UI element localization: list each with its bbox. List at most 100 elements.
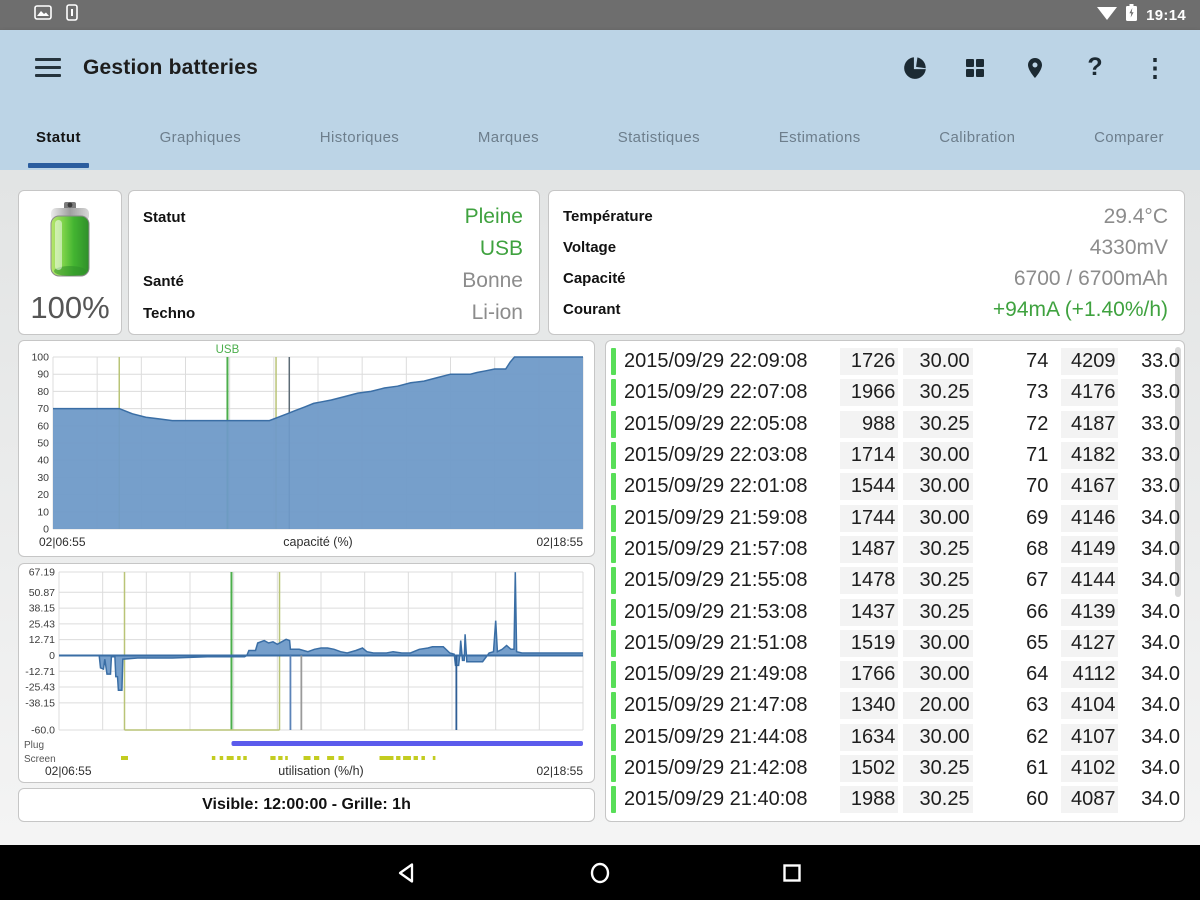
svg-text:50: 50 <box>37 438 49 450</box>
table-row[interactable]: 2015/09/29 21:40:08198830.2560408734.0 <box>611 784 1180 815</box>
info-label: Capacité <box>563 270 626 287</box>
screenshot-notification-icon <box>34 5 52 25</box>
location-pin-icon[interactable] <box>1020 53 1050 83</box>
cell-current: 1478 <box>840 567 898 594</box>
svg-text:capacité (%): capacité (%) <box>283 535 352 549</box>
tab-calibration[interactable]: Calibration <box>925 105 1029 170</box>
table-row[interactable]: 2015/09/29 21:55:08147830.2567414434.0 <box>611 565 1180 596</box>
visible-range-label: Visible: 12:00:00 - Grille: 1h <box>202 796 411 814</box>
back-icon[interactable] <box>395 860 421 886</box>
recents-icon[interactable] <box>779 860 805 886</box>
help-icon[interactable]: ? <box>1080 53 1110 83</box>
cell-timestamp: 2015/09/29 21:44:08 <box>624 726 840 749</box>
table-row[interactable]: 2015/09/29 21:59:08174430.0069414634.0 <box>611 502 1180 533</box>
cell-current: 1487 <box>840 536 898 563</box>
cell-current: 1340 <box>840 692 898 719</box>
svg-text:02|18:55: 02|18:55 <box>537 535 584 549</box>
table-row[interactable]: 2015/09/29 22:09:08172630.0074420933.0 <box>611 346 1180 377</box>
info-row: Température 29.4°C <box>563 201 1168 232</box>
table-row[interactable]: 2015/09/29 21:51:08151930.0065412734.0 <box>611 628 1180 659</box>
cell-temp-raw: 30.00 <box>903 473 972 500</box>
cell-timestamp: 2015/09/29 21:47:08 <box>624 694 840 717</box>
app-bar: Gestion batteries ? ⋮ <box>0 30 1200 105</box>
capacity-chart[interactable]: 1009080706050403020100USB02|06:55capacit… <box>18 340 595 557</box>
tab-bar: Statut Graphiques Historiques Marques Statis… <box>0 105 1200 170</box>
table-row[interactable]: 2015/09/29 21:44:08163430.0062410734.0 <box>611 722 1180 753</box>
cell-timestamp: 2015/09/29 21:49:08 <box>624 663 840 686</box>
table-row[interactable]: 2015/09/29 22:03:08171430.0071418233.0 <box>611 440 1180 471</box>
visible-range-bar[interactable]: Visible: 12:00:00 - Grille: 1h <box>18 788 595 822</box>
tab-statistiques[interactable]: Statistiques <box>604 105 714 170</box>
svg-text:02|18:55: 02|18:55 <box>537 764 584 778</box>
row-status-bar <box>611 505 616 532</box>
android-nav-bar <box>0 845 1200 900</box>
row-status-bar <box>611 630 616 657</box>
battery-percent: 100% <box>19 290 121 326</box>
cell-temp-raw: 30.00 <box>903 724 972 751</box>
clock: 19:14 <box>1146 7 1186 24</box>
svg-text:02|06:55: 02|06:55 <box>45 764 92 778</box>
cell-voltage: 4112 <box>1061 661 1117 688</box>
table-row[interactable]: 2015/09/29 22:01:08154430.0070416733.0 <box>611 471 1180 502</box>
cell-timestamp: 2015/09/29 21:42:08 <box>624 757 840 780</box>
wifi-icon <box>1097 5 1117 25</box>
cell-timestamp: 2015/09/29 21:59:08 <box>624 507 840 530</box>
cell-timestamp: 2015/09/29 21:51:08 <box>624 632 840 655</box>
battery-level-card: 100% <box>18 190 122 335</box>
tab-comparer[interactable]: Comparer <box>1080 105 1178 170</box>
tab-historiques[interactable]: Historiques <box>306 105 413 170</box>
info-value: Bonne <box>462 269 523 293</box>
svg-text:20: 20 <box>37 489 49 501</box>
cell-voltage: 4102 <box>1061 755 1117 782</box>
row-status-bar <box>611 348 616 375</box>
cell-current: 1726 <box>840 348 898 375</box>
cell-voltage: 4182 <box>1061 442 1117 469</box>
table-row[interactable]: 2015/09/29 21:42:08150230.2561410234.0 <box>611 753 1180 784</box>
tab-statut[interactable]: Statut <box>22 105 95 170</box>
cell-temp: 34.0 <box>1132 755 1181 782</box>
table-row[interactable]: 2015/09/29 22:05:0898830.2572418733.0 <box>611 409 1180 440</box>
svg-text:80: 80 <box>37 386 49 398</box>
tab-marques[interactable]: Marques <box>464 105 553 170</box>
svg-text:12.71: 12.71 <box>29 634 55 646</box>
info-value: +94mA (+1.40%/h) <box>993 298 1168 322</box>
table-row[interactable]: 2015/09/29 21:47:08134020.0063410434.0 <box>611 690 1180 721</box>
usage-chart[interactable]: 67.1950.8738.1525.4312.710-12.71-25.43-3… <box>18 563 595 783</box>
tab-estimations[interactable]: Estimations <box>765 105 875 170</box>
battery-icon <box>40 270 100 287</box>
table-row[interactable]: 2015/09/29 21:57:08148730.2568414934.0 <box>611 534 1180 565</box>
cell-temp: 34.0 <box>1132 661 1181 688</box>
cell-current: 1988 <box>840 786 898 813</box>
cell-voltage: 4187 <box>1061 411 1117 438</box>
menu-icon[interactable] <box>35 53 61 82</box>
apps-grid-icon[interactable] <box>960 53 990 83</box>
table-row[interactable]: 2015/09/29 21:49:08176630.0064411234.0 <box>611 659 1180 690</box>
cell-temp: 34.0 <box>1132 567 1181 594</box>
cell-percent: 73 <box>991 379 1049 406</box>
cell-temp: 33.0 <box>1132 411 1181 438</box>
svg-text:10: 10 <box>37 506 49 518</box>
table-row[interactable]: 2015/09/29 21:53:08143730.2566413934.0 <box>611 596 1180 627</box>
cell-percent: 68 <box>991 536 1049 563</box>
cell-current: 1634 <box>840 724 898 751</box>
cell-percent: 61 <box>991 755 1049 782</box>
history-table: 2015/09/29 22:09:08172630.0074420933.020… <box>605 340 1185 822</box>
cell-percent: 71 <box>991 442 1049 469</box>
cell-temp: 33.0 <box>1132 348 1181 375</box>
cell-temp: 34.0 <box>1132 599 1181 626</box>
info-label: Température <box>563 208 653 225</box>
table-row[interactable]: 2015/09/29 22:07:08196630.2573417633.0 <box>611 377 1180 408</box>
cell-temp: 34.0 <box>1132 630 1181 657</box>
info-value: Pleine <box>465 205 523 229</box>
pie-chart-icon[interactable] <box>900 53 930 83</box>
row-status-bar <box>611 473 616 500</box>
info-row: Techno Li-ion <box>143 297 523 329</box>
home-icon[interactable] <box>587 860 613 886</box>
cell-temp-raw: 30.25 <box>903 755 972 782</box>
cell-current: 1437 <box>840 599 898 626</box>
cell-percent: 63 <box>991 692 1049 719</box>
row-status-bar <box>611 724 616 751</box>
overflow-menu-icon[interactable]: ⋮ <box>1140 53 1170 83</box>
svg-text:38.15: 38.15 <box>29 603 55 615</box>
tab-graphiques[interactable]: Graphiques <box>146 105 256 170</box>
